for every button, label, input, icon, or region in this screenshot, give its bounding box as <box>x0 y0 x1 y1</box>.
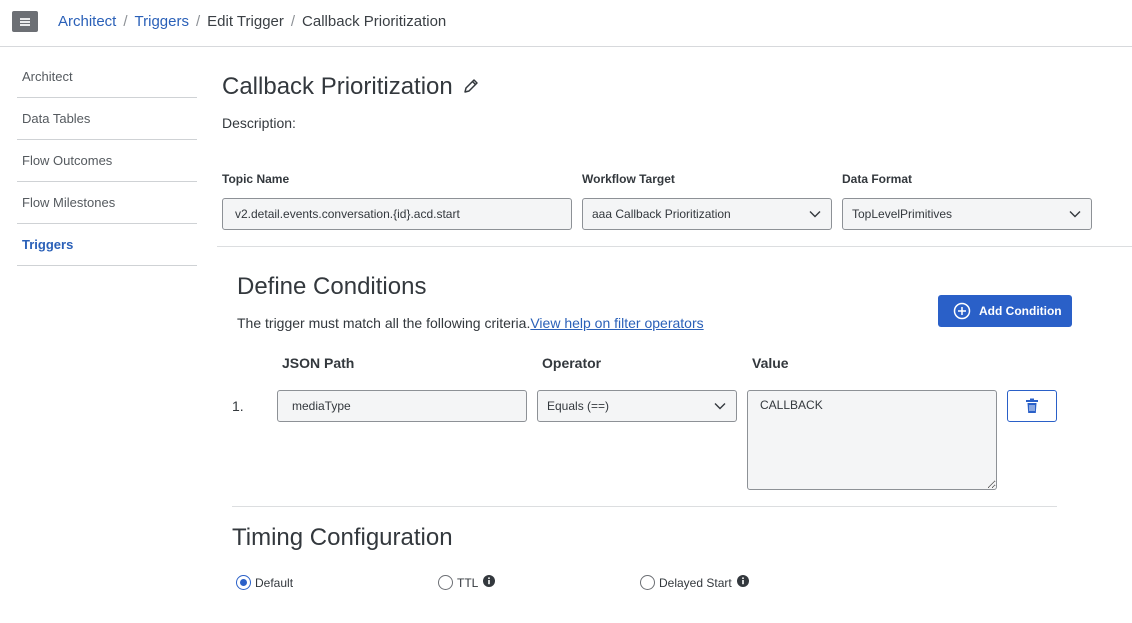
data-format-value: TopLevelPrimitives <box>852 207 953 221</box>
radio-default[interactable]: Default <box>236 575 293 590</box>
data-format-label: Data Format <box>842 172 913 186</box>
breadcrumb: Architect / Triggers / Edit Trigger / Callback… <box>58 13 446 31</box>
radio-ttl[interactable]: TTL <box>438 575 496 590</box>
condition-value-textarea[interactable]: CALLBACK <box>747 390 997 490</box>
filter-help-link[interactable]: View help on filter operators <box>530 315 703 331</box>
sidebar: Architect Data Tables Flow Outcomes Flow… <box>17 55 197 266</box>
workflow-target-value: aaa Callback Prioritization <box>592 207 731 221</box>
operator-value: Equals (==) <box>547 399 610 413</box>
section-divider <box>217 246 1132 247</box>
breadcrumb-separator: / <box>123 13 128 30</box>
workflow-target-select[interactable]: aaa Callback Prioritization <box>582 198 832 230</box>
breadcrumb-architect[interactable]: Architect <box>58 13 116 30</box>
radio-button-checked[interactable] <box>236 575 251 590</box>
column-header-operator: Operator <box>542 355 602 371</box>
sidebar-item-flow-outcomes[interactable]: Flow Outcomes <box>17 140 197 182</box>
breadcrumb-separator: / <box>290 13 296 30</box>
breadcrumb-edit-trigger: Edit Trigger <box>207 13 284 30</box>
page-title: Callback Prioritization <box>222 73 453 100</box>
menu-icon[interactable] <box>12 11 38 32</box>
sidebar-item-flow-milestones[interactable]: Flow Milestones <box>17 182 197 224</box>
chevron-down-icon <box>714 403 726 410</box>
radio-label-default: Default <box>255 575 294 590</box>
sidebar-item-triggers[interactable]: Triggers <box>17 224 197 266</box>
operator-select[interactable]: Equals (==) <box>537 390 737 422</box>
radio-button[interactable] <box>438 575 453 590</box>
info-icon[interactable] <box>483 575 496 587</box>
sidebar-item-architect[interactable]: Architect <box>17 55 197 98</box>
topic-name-input[interactable] <box>222 198 572 230</box>
info-icon[interactable] <box>736 575 749 587</box>
chevron-down-icon <box>1069 211 1081 218</box>
trash-icon <box>1026 398 1038 413</box>
criteria-label: The trigger must match all the following… <box>237 315 531 331</box>
condition-row-number: 1. <box>232 398 244 414</box>
radio-label-delayed-start: Delayed Start <box>659 575 732 590</box>
data-format-select[interactable]: TopLevelPrimitives <box>842 198 1092 230</box>
radio-label-ttl: TTL <box>457 575 479 590</box>
add-condition-label: Add Condition <box>979 304 1062 318</box>
description-label: Description: <box>222 115 296 131</box>
criteria-text: The trigger must match all the following… <box>237 315 704 331</box>
top-bar: Architect / Triggers / Edit Trigger / Callback… <box>0 0 1132 47</box>
breadcrumb-current: Callback Prioritization <box>302 13 447 30</box>
topic-name-label: Topic Name <box>222 172 290 186</box>
radio-delayed-start[interactable]: Delayed Start <box>640 575 749 590</box>
breadcrumb-separator: / <box>196 13 201 30</box>
json-path-input[interactable] <box>277 390 527 422</box>
sidebar-item-data-tables[interactable]: Data Tables <box>17 98 197 140</box>
add-condition-button[interactable]: Add Condition <box>938 295 1072 327</box>
column-header-json-path: JSON Path <box>282 355 355 371</box>
define-conditions-title: Define Conditions <box>237 273 427 300</box>
workflow-target-label: Workflow Target <box>582 172 675 186</box>
delete-condition-button[interactable] <box>1007 390 1057 422</box>
chevron-down-icon <box>809 211 821 218</box>
timing-configuration-title: Timing Configuration <box>232 524 453 551</box>
plus-circle-icon <box>953 302 971 320</box>
section-divider <box>232 506 1057 507</box>
radio-button[interactable] <box>640 575 655 590</box>
column-header-value: Value <box>752 355 789 371</box>
breadcrumb-triggers[interactable]: Triggers <box>135 13 189 30</box>
pencil-icon[interactable] <box>462 77 480 95</box>
